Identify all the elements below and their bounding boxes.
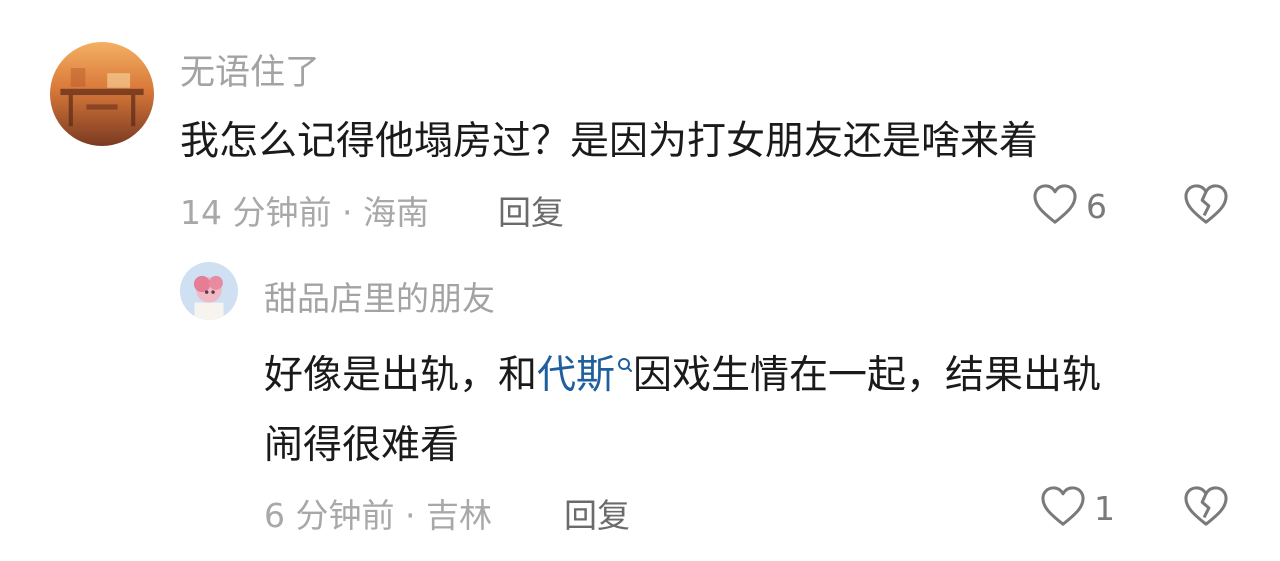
comment-thread: 无语住了 我怎么记得他塌房过？是因为打女朋友还是啥来着 14 分钟前 · 海南 … [0,0,1280,561]
like-count: 6 [1086,186,1107,226]
entity-link[interactable]: 代斯 [537,353,633,398]
reply-time: 6 分钟前 [264,496,395,535]
reply-avatar[interactable] [180,262,238,320]
reply-text-line1: 好像是出轨，和代斯 因戏生情在一起，结果出轨 [264,344,1101,400]
meta-separator: · [405,496,416,535]
heart-outline-icon [1040,485,1086,531]
reply-text-end: 因戏生情在一起，结果出轨 [633,353,1102,398]
like-button[interactable]: 6 [1032,183,1107,229]
dislike-button[interactable] [1183,183,1229,229]
reply-button[interactable]: 回复 [564,489,630,537]
meta-separator: · [341,193,353,232]
avatar-image [50,42,154,146]
broken-heart-icon [1183,184,1229,229]
reply-username[interactable]: 甜品店里的朋友 [264,272,495,320]
reply-text-line2: 闹得很难看 [264,423,460,468]
comment-location: 海南 [362,193,429,232]
avatar-image [180,262,238,320]
heart-outline-icon [1032,183,1078,229]
dislike-button[interactable] [1183,485,1229,531]
like-count: 1 [1094,488,1115,528]
reply-text-start: 好像是出轨，和 [264,353,538,398]
broken-heart-icon [1183,486,1229,531]
avatar[interactable] [50,42,154,146]
reply-button[interactable]: 回复 [498,186,564,234]
like-button[interactable]: 1 [1040,485,1115,531]
entity-link-text: 代斯 [537,353,616,398]
comment-meta: 14 分钟前 · 海南 [180,186,429,234]
comment-text: 我怎么记得他塌房过？是因为打女朋友还是啥来着 [180,119,1039,164]
search-icon [617,340,633,385]
reply-meta: 6 分钟前 · 吉林 [264,489,492,537]
comment-username[interactable]: 无语住了 [180,44,320,95]
reply-location: 吉林 [426,496,492,535]
comment-time: 14 分钟前 [180,193,332,232]
